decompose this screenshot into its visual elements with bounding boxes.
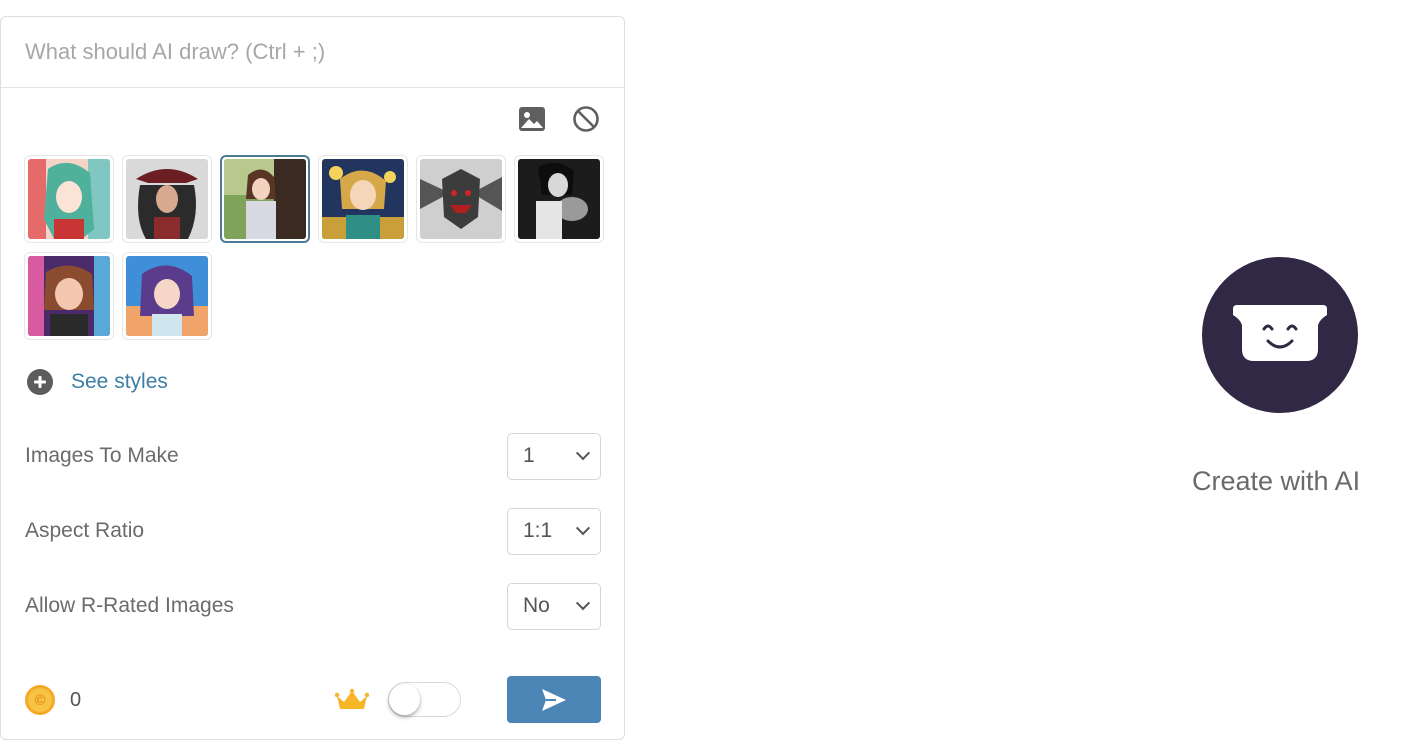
- create-with-ai-label: Create with AI: [1192, 466, 1361, 496]
- chevron-down-icon: [575, 521, 591, 536]
- images-to-make-label: Images To Make: [25, 444, 179, 467]
- prompt-tools: [518, 105, 600, 133]
- style-thumbnail[interactable]: [318, 155, 408, 243]
- coin-count: 0: [70, 688, 82, 711]
- images-to-make-select[interactable]: 1: [507, 432, 601, 480]
- send-button[interactable]: [507, 676, 601, 723]
- allow-r-rated-label: Allow R-Rated Images: [25, 594, 234, 617]
- style-thumbnail[interactable]: [122, 155, 212, 243]
- chevron-down-icon: [575, 596, 591, 611]
- smiling-bowl-icon: [1233, 305, 1327, 361]
- allow-r-rated-row: Allow R-Rated Images No: [25, 582, 601, 630]
- send-icon: [542, 688, 566, 711]
- images-to-make-row: Images To Make 1: [25, 432, 601, 480]
- allow-r-rated-value: No: [523, 594, 550, 617]
- aspect-ratio-row: Aspect Ratio 1:1: [25, 507, 601, 555]
- crown-icon: [335, 688, 369, 709]
- style-thumbnail-selected[interactable]: [220, 155, 310, 243]
- premium-toggle[interactable]: [388, 682, 461, 717]
- prompt-input[interactable]: [25, 39, 600, 65]
- aspect-ratio-select[interactable]: 1:1: [507, 507, 601, 555]
- allow-r-rated-select[interactable]: No: [507, 582, 601, 630]
- images-to-make-value: 1: [523, 444, 535, 467]
- style-thumbnail[interactable]: [122, 252, 212, 340]
- panel-footer: © 0: [25, 676, 601, 724]
- plus-circle-icon: [27, 369, 53, 395]
- prompt-area: [1, 17, 624, 88]
- chevron-down-icon: [575, 446, 591, 461]
- style-grid: [24, 155, 604, 340]
- style-thumbnail[interactable]: [24, 252, 114, 340]
- style-thumbnail[interactable]: [514, 155, 604, 243]
- mascot-logo: [1202, 257, 1358, 413]
- toggle-knob: [389, 684, 420, 715]
- see-styles-link[interactable]: See styles: [27, 369, 168, 395]
- block-icon[interactable]: [572, 105, 600, 133]
- style-thumbnail[interactable]: [24, 155, 114, 243]
- generator-panel: See styles Images To Make 1 Aspect Ratio…: [0, 16, 625, 740]
- see-styles-label: See styles: [71, 370, 168, 393]
- coin-icon: ©: [25, 685, 55, 715]
- aspect-ratio-label: Aspect Ratio: [25, 519, 145, 542]
- image-icon[interactable]: [518, 105, 546, 133]
- aspect-ratio-value: 1:1: [523, 519, 553, 542]
- style-thumbnail[interactable]: [416, 155, 506, 243]
